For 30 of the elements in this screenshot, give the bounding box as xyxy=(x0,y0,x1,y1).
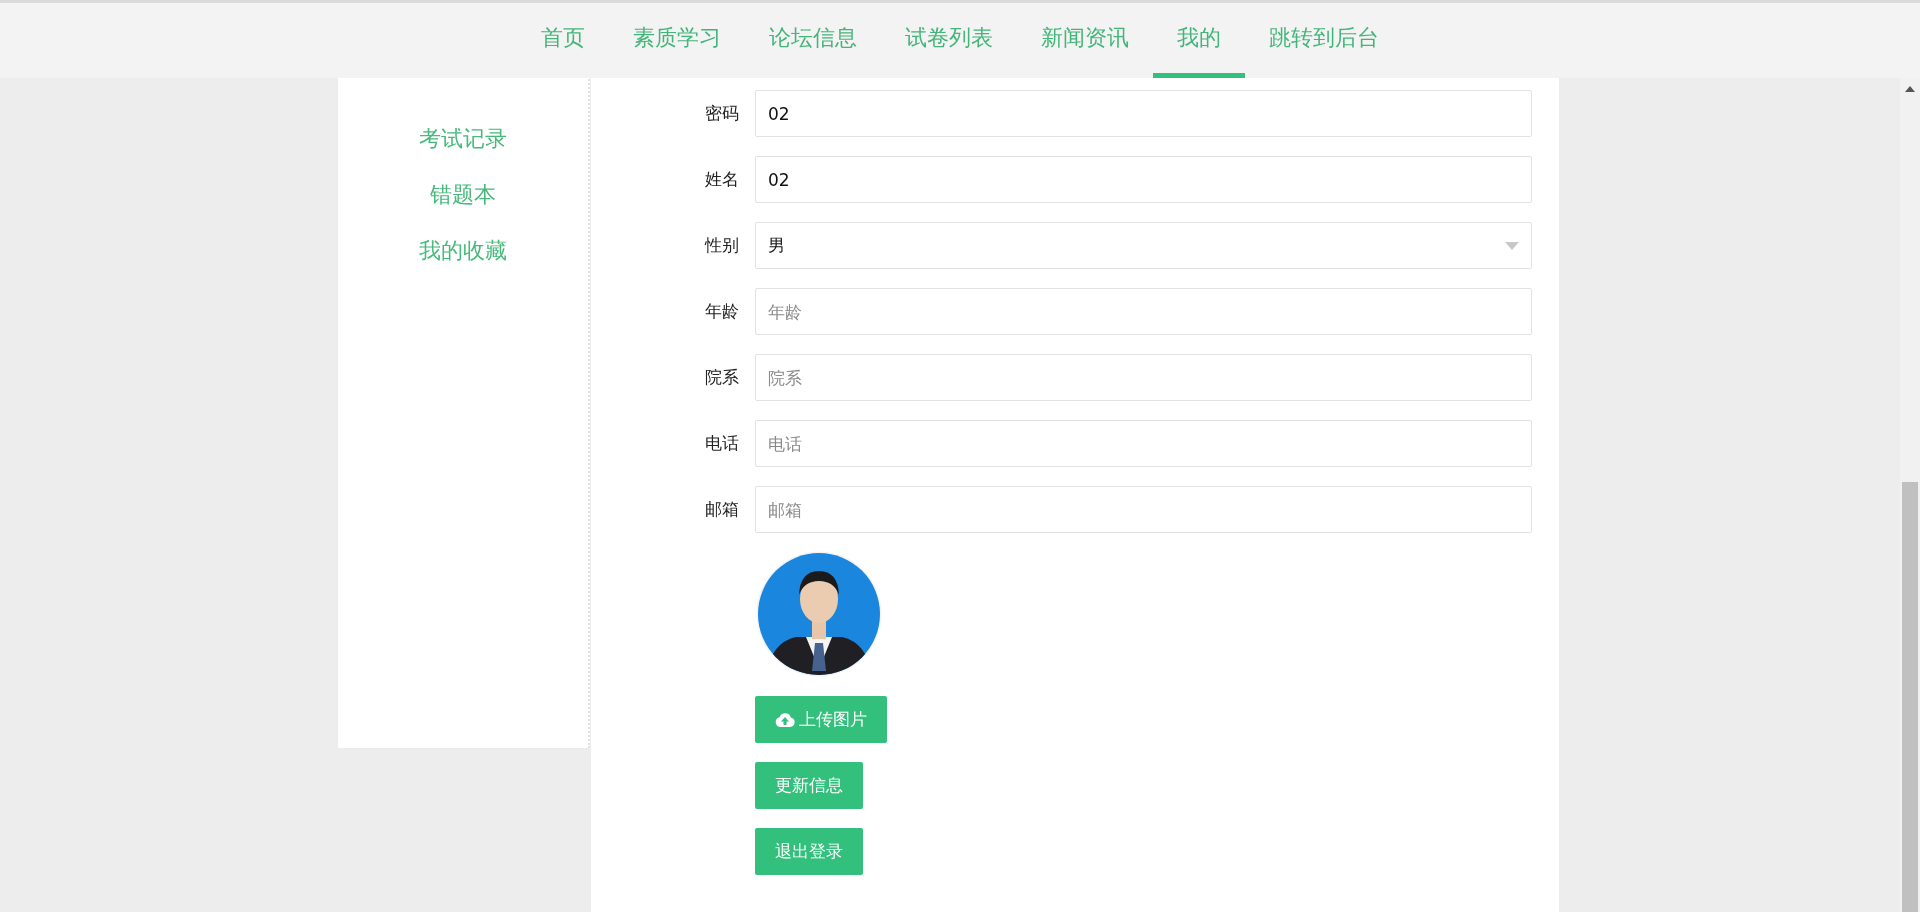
button[interactable]: 更新信息 xyxy=(755,762,863,809)
field-label: 年龄 xyxy=(704,300,740,323)
button[interactable]: 上传图片 xyxy=(755,696,887,743)
field-label: 电话 xyxy=(704,432,740,455)
field-label: 院系 xyxy=(704,366,740,389)
field-label: 性别 xyxy=(703,234,740,257)
field-label: 邮箱 xyxy=(704,498,740,521)
scrollbar[interactable] xyxy=(1900,78,1920,912)
input-field[interactable]: 电话 xyxy=(755,420,1532,467)
sidebar-item[interactable]: 考试记录 xyxy=(419,123,507,154)
scroll-up-arrow-icon[interactable] xyxy=(1905,86,1915,92)
caret-icon xyxy=(1505,241,1519,250)
sidebar-item[interactable]: 我的收藏 xyxy=(419,235,507,266)
input-field[interactable]: 02 xyxy=(755,90,1532,137)
nav-tab[interactable]: 新闻资讯 xyxy=(1017,3,1153,78)
field-label: 姓名 xyxy=(704,168,740,191)
input-field[interactable]: 院系 xyxy=(755,354,1532,401)
input-field[interactable]: 年龄 xyxy=(755,288,1532,335)
nav-tab[interactable]: 跳转到后台 xyxy=(1245,3,1403,78)
input-field[interactable]: 邮箱 xyxy=(755,486,1532,533)
field-label: 密码 xyxy=(704,102,740,125)
sidebar-item[interactable]: 错题本 xyxy=(430,179,496,210)
nav-tab[interactable]: 首页 xyxy=(517,3,609,78)
input-field[interactable]: 02 xyxy=(755,156,1532,203)
select-field[interactable]: 男 xyxy=(755,222,1532,269)
nav-tab[interactable]: 试卷列表 xyxy=(881,3,1017,78)
nav-tab[interactable]: 论坛信息 xyxy=(745,3,881,78)
nav-tab[interactable]: 素质学习 xyxy=(609,3,745,78)
upload-cloud-icon xyxy=(775,712,795,727)
button[interactable]: 退出登录 xyxy=(755,828,863,875)
